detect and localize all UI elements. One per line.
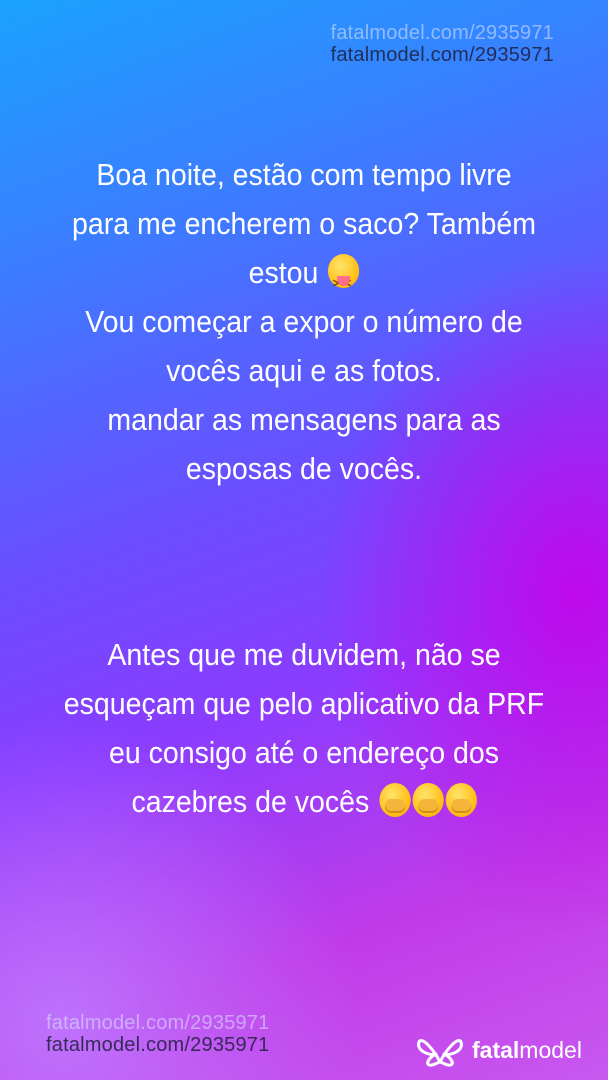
- watermark-top: fatalmodel.com/2935971 fatalmodel.com/29…: [331, 22, 554, 66]
- brand-name: fatalmodel: [472, 1036, 582, 1063]
- story-line: esqueçam que pelo aplicativo da PRF: [63, 686, 545, 721]
- story-line: Antes que me duvidem, não se: [107, 637, 501, 672]
- story-line: cazebres de vocês: [52, 777, 556, 826]
- story-text-block-2: Antes que me duvidem, não se esqueçam qu…: [52, 630, 556, 826]
- story-line: mandar as mensagens para as: [107, 402, 501, 437]
- story-line: estou: [52, 248, 556, 308]
- watermark-text: fatalmodel.com/2935971: [330, 44, 554, 66]
- watermark-text: fatalmodel.com/2935971: [46, 1034, 270, 1056]
- story-line: Boa noite, estão com tempo livre: [96, 157, 512, 192]
- story-line: Vou começar a expor o número de: [85, 304, 523, 339]
- hand-over-mouth-face-icon: [412, 783, 444, 817]
- butterfly-logo-icon: [417, 1039, 463, 1067]
- story-line: esposas de vocês.: [185, 451, 423, 486]
- watermark-text: fatalmodel.com/2935971: [46, 1012, 270, 1034]
- story-line: para me encherem o saco? Também: [72, 206, 536, 241]
- story-text-block-1: Boa noite, estão com tempo livre para me…: [52, 150, 556, 493]
- story-line-text: estou: [248, 255, 319, 290]
- hand-over-mouth-face-icon: [379, 783, 411, 817]
- hand-over-mouth-face-icon: [445, 783, 477, 817]
- story-line: eu consigo até o endereço dos: [108, 735, 500, 770]
- story-line-text: cazebres de vocês: [131, 784, 370, 819]
- watermark-bottom: fatalmodel.com/2935971 fatalmodel.com/29…: [46, 1012, 269, 1056]
- fatalmodel-logo: fatalmodel: [416, 1032, 582, 1068]
- squinting-tongue-face-icon: [328, 254, 360, 308]
- story-line: vocês aqui e as fotos.: [166, 353, 442, 388]
- watermark-text: fatalmodel.com/2935971: [330, 22, 554, 44]
